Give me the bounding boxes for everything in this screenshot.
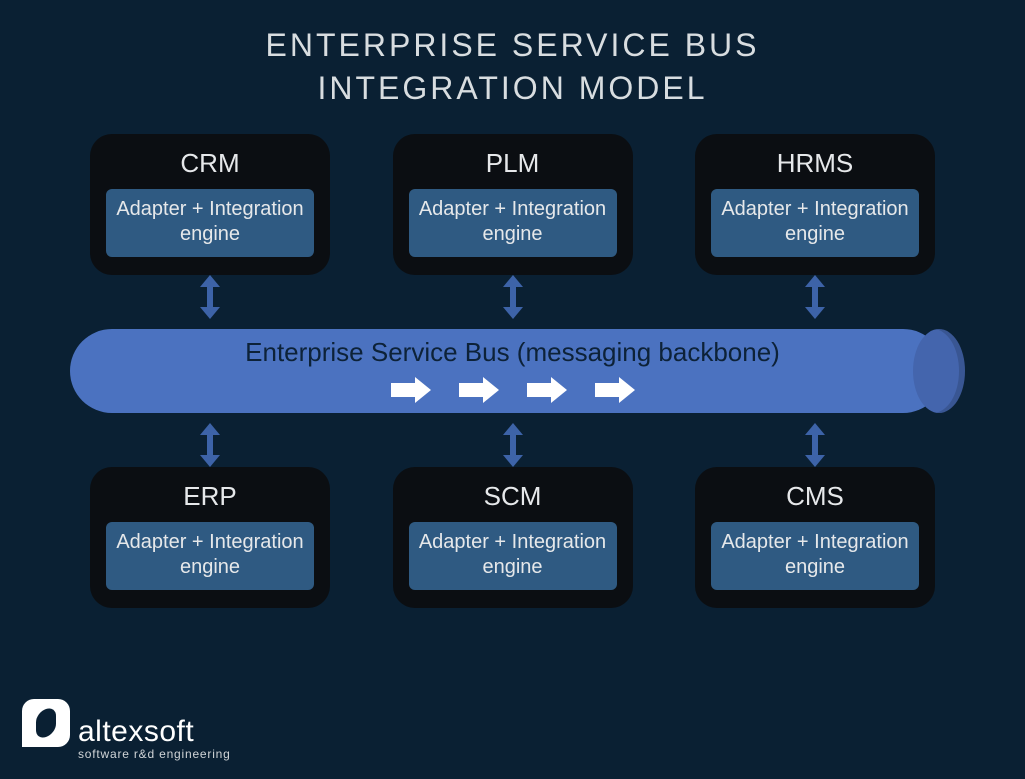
flow-arrow-icon [391,377,431,403]
top-node-row: CRM Adapter + Integration engine PLM Ada… [60,134,965,275]
adapter-box: Adapter + Integration engine [711,189,919,257]
node-scm: SCM Adapter + Integration engine [393,467,633,608]
flow-arrow-icon [595,377,635,403]
brand-mark-icon [22,699,70,747]
title-line-2: INTEGRATION MODEL [0,67,1025,110]
adapter-box: Adapter + Integration engine [106,522,314,590]
bidirectional-arrow-icon [503,277,523,317]
bus-label: Enterprise Service Bus (messaging backbo… [60,337,965,368]
brand-logo: altexsoft software r&d engineering [22,699,231,761]
brand-name: altexsoft [78,715,231,749]
node-erp: ERP Adapter + Integration engine [90,467,330,608]
node-crm: CRM Adapter + Integration engine [90,134,330,275]
node-plm: PLM Adapter + Integration engine [393,134,633,275]
adapter-box: Adapter + Integration engine [409,522,617,590]
node-cms: CMS Adapter + Integration engine [695,467,935,608]
title-line-1: ENTERPRISE SERVICE BUS [0,24,1025,67]
bus-flow-arrows [60,377,965,403]
node-title: ERP [106,481,314,512]
service-bus: Enterprise Service Bus (messaging backbo… [60,323,965,419]
adapter-box: Adapter + Integration engine [409,189,617,257]
bidirectional-arrow-icon [805,277,825,317]
bottom-node-row: ERP Adapter + Integration engine SCM Ada… [60,467,965,608]
node-title: HRMS [711,148,919,179]
adapter-box: Adapter + Integration engine [106,189,314,257]
node-hrms: HRMS Adapter + Integration engine [695,134,935,275]
adapter-box: Adapter + Integration engine [711,522,919,590]
diagram-title: ENTERPRISE SERVICE BUS INTEGRATION MODEL [0,0,1025,110]
node-title: CRM [106,148,314,179]
node-title: SCM [409,481,617,512]
bidirectional-arrow-icon [200,425,220,465]
top-connectors [60,275,965,319]
brand-tagline: software r&d engineering [78,747,231,761]
esb-diagram: CRM Adapter + Integration engine PLM Ada… [60,134,965,694]
flow-arrow-icon [527,377,567,403]
bottom-connectors [60,423,965,467]
node-title: CMS [711,481,919,512]
flow-arrow-icon [459,377,499,403]
bidirectional-arrow-icon [805,425,825,465]
bidirectional-arrow-icon [200,277,220,317]
bidirectional-arrow-icon [503,425,523,465]
node-title: PLM [409,148,617,179]
